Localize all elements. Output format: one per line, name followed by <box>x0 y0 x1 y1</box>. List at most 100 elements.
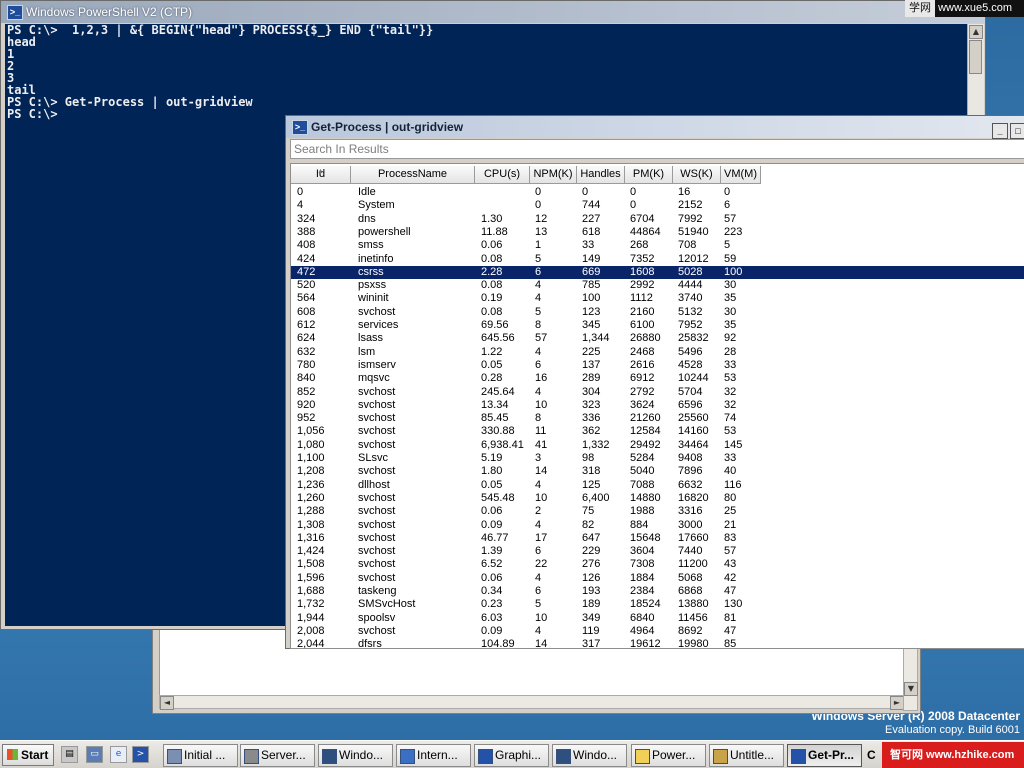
taskbar-button[interactable]: Power... <box>631 744 706 767</box>
taskbar-button[interactable]: Graphi... <box>474 744 549 767</box>
table-cell: 16 <box>678 186 691 198</box>
table-cell: dns <box>358 212 376 225</box>
app-icon <box>400 749 415 764</box>
gridview-titlebar[interactable]: >_ Get-Process | out-gridview _ □ <box>286 116 1024 139</box>
table-row[interactable]: 952 svchost 85.45 8 336 21260 25560 74 <box>291 412 1024 425</box>
taskbar-button[interactable]: Windo... <box>318 744 393 767</box>
table-row[interactable]: 1,316 svchost 46.77 17 647 15648 17660 83 <box>291 532 1024 545</box>
table-row[interactable]: 840 mqsvc 0.28 16 289 6912 10244 53 <box>291 372 1024 385</box>
taskbar-button[interactable]: Get-Pr... <box>787 744 862 767</box>
scroll-down-icon[interactable]: ▼ <box>904 682 918 696</box>
table-row[interactable]: 564 wininit 0.19 4 100 1112 3740 35 <box>291 292 1024 305</box>
column-header[interactable]: PM(K) <box>625 166 673 184</box>
column-header[interactable]: ▲ Id <box>291 166 351 184</box>
table-cell: 5.19 <box>481 452 503 464</box>
maximize-icon[interactable]: □ <box>1010 123 1024 139</box>
table-row[interactable]: 632 lsm 1.22 4 225 2468 5496 28 <box>291 346 1024 359</box>
table-cell: svchost <box>358 518 396 531</box>
table-row[interactable]: 1,260 svchost 545.48 10 6,400 14880 16820 80 <box>291 492 1024 505</box>
table-cell: 2,044 <box>297 638 325 649</box>
table-row[interactable]: 1,208 svchost 1.80 14 318 5040 7896 40 <box>291 465 1024 478</box>
table-row[interactable]: 2,044 dfsrs 104.89 14 317 19612 19980 85 <box>291 638 1024 649</box>
table-cell: svchost <box>358 558 396 571</box>
table-cell: 17660 <box>678 531 709 544</box>
minimize-icon[interactable]: _ <box>992 123 1008 139</box>
column-header[interactable]: WS(K) <box>673 166 721 184</box>
column-header[interactable]: ProcessName <box>351 166 475 184</box>
table-row[interactable]: 1,288 svchost 0.06 2 75 1988 3316 25 <box>291 505 1024 518</box>
table-row[interactable]: 1,056 svchost 330.88 11 362 12584 14160 53 <box>291 425 1024 438</box>
column-header-label: VM(M) <box>724 168 757 180</box>
table-cell: 25560 <box>678 412 709 425</box>
table-cell: 6704 <box>630 212 655 225</box>
table-row[interactable]: 408 smss 0.06 1 33 268 708 5 <box>291 239 1024 252</box>
table-cell: 5068 <box>678 571 703 584</box>
table-row[interactable]: 1,508 svchost 6.52 22 276 7308 11200 43 <box>291 558 1024 571</box>
taskbar-button-label: Untitle... <box>730 748 775 762</box>
taskbar-button[interactable]: Intern... <box>396 744 471 767</box>
internet-explorer-icon[interactable]: e <box>110 746 127 763</box>
table-row[interactable]: 608 svchost 0.08 5 123 2160 5132 30 <box>291 306 1024 319</box>
scroll-left-icon[interactable]: ◄ <box>160 696 174 710</box>
column-header[interactable]: CPU(s) <box>475 166 530 184</box>
taskbar-button[interactable]: Untitle... <box>709 744 784 767</box>
table-row[interactable]: 520 psxss 0.08 4 785 2992 4444 30 <box>291 279 1024 292</box>
table-cell: 4444 <box>678 279 703 292</box>
table-cell: 74 <box>724 412 737 425</box>
table-row[interactable]: 424 inetinfo 0.08 5 149 7352 12012 59 <box>291 253 1024 266</box>
table-row[interactable]: 1,424 svchost 1.39 6 229 3604 7440 57 <box>291 545 1024 558</box>
table-cell: 51940 <box>678 225 709 238</box>
table-row[interactable]: 0 Idle 0 0 0 16 0 <box>291 186 1024 199</box>
table-row[interactable]: 324 dns 1.30 12 227 6704 7992 57 <box>291 213 1024 226</box>
table-cell: 57 <box>724 545 737 558</box>
table-row[interactable]: 472 csrss 2.28 6 669 1608 5028 100 <box>291 265 1024 279</box>
table-cell: 6 <box>535 358 542 371</box>
table-row[interactable]: 1,688 taskeng 0.34 6 193 2384 6868 47 <box>291 585 1024 598</box>
start-button[interactable]: Start <box>2 744 54 766</box>
table-cell: 424 <box>297 252 316 265</box>
table-cell: 6912 <box>630 372 655 385</box>
powershell-titlebar[interactable]: >_ Windows PowerShell V2 (CTP) <box>1 1 985 23</box>
table-row[interactable]: 1,308 svchost 0.09 4 82 884 3000 21 <box>291 519 1024 532</box>
scroll-thumb[interactable] <box>969 40 982 74</box>
table-cell: 3 <box>535 452 542 464</box>
table-cell: 1.22 <box>481 345 503 358</box>
results-grid[interactable]: ▲ Id ProcessName CPU(s) NPM(K) Handles PM(K) WS… <box>290 163 1024 649</box>
show-desktop-icon[interactable]: ▭ <box>86 746 103 763</box>
powershell-quicklaunch-icon[interactable]: > <box>132 746 149 763</box>
scroll-up-icon[interactable]: ▲ <box>969 25 983 39</box>
table-row[interactable]: 1,100 SLsvc 5.19 3 98 5284 9408 33 <box>291 452 1024 465</box>
table-cell: 15648 <box>630 531 661 544</box>
table-cell: 276 <box>582 558 601 571</box>
table-row[interactable]: 1,236 dllhost 0.05 4 125 7088 6632 116 <box>291 479 1024 492</box>
table-row[interactable]: 612 services 69.56 8 345 6100 7952 35 <box>291 319 1024 332</box>
scroll-right-icon[interactable]: ► <box>890 696 904 710</box>
table-row[interactable]: 1,596 svchost 0.06 4 126 1884 5068 42 <box>291 572 1024 585</box>
table-cell: 4 <box>535 624 542 637</box>
table-row[interactable]: 624 lsass 645.56 57 1,344 26880 25832 92 <box>291 332 1024 345</box>
taskbar-button[interactable]: Initial ... <box>163 744 238 767</box>
table-row[interactable]: 2,008 svchost 0.09 4 119 4964 8692 47 <box>291 625 1024 638</box>
table-row[interactable]: 852 svchost 245.64 4 304 2792 5704 32 <box>291 386 1024 399</box>
table-row[interactable]: 1,944 spoolsv 6.03 10 349 6840 11456 81 <box>291 612 1024 625</box>
table-cell: 32 <box>724 385 737 398</box>
column-header[interactable]: VM(M) <box>721 166 761 184</box>
table-cell: 318 <box>582 465 601 478</box>
gridview-window[interactable]: >_ Get-Process | out-gridview _ □ Search … <box>285 115 1024 649</box>
table-row[interactable]: 1,732 SMSvcHost 0.23 5 189 18524 13880 130 <box>291 598 1024 611</box>
table-row[interactable]: 920 svchost 13.34 10 323 3624 6596 32 <box>291 399 1024 412</box>
table-row[interactable]: 780 ismserv 0.05 6 137 2616 4528 33 <box>291 359 1024 372</box>
search-input[interactable]: Search In Results <box>290 139 1024 159</box>
table-row[interactable]: 4 System 0 744 0 2152 6 <box>291 199 1024 212</box>
taskbar-button[interactable]: Server... <box>240 744 315 767</box>
column-header[interactable]: Handles <box>577 166 625 184</box>
table-cell: 16 <box>535 372 548 385</box>
table-cell: 624 <box>297 332 316 345</box>
server-manager-icon[interactable]: ▤ <box>61 746 78 763</box>
table-row[interactable]: 1,080 svchost 6,938.41 41 1,332 29492 34464 145 <box>291 439 1024 452</box>
column-header[interactable]: NPM(K) <box>530 166 577 184</box>
table-cell: 1,056 <box>297 425 325 438</box>
table-row[interactable]: 388 powershell 11.88 13 618 44864 51940 223 <box>291 226 1024 239</box>
taskbar-button[interactable]: Windo... <box>552 744 627 767</box>
horizontal-scrollbar[interactable]: ◄ ► <box>159 695 905 710</box>
